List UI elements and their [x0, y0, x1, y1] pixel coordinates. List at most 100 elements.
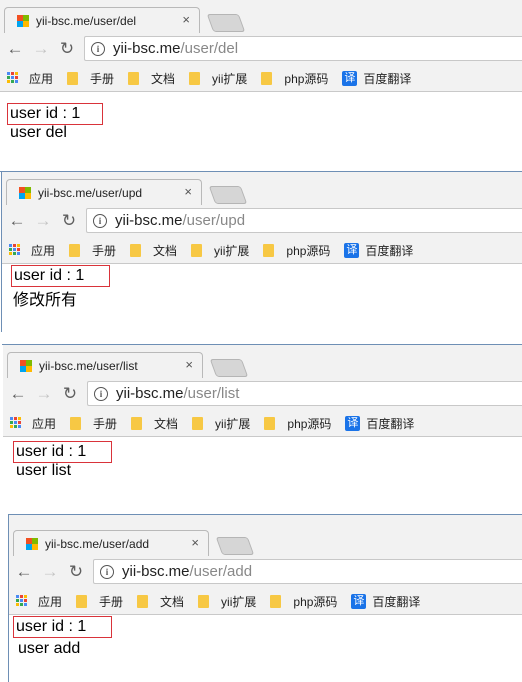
active-tab[interactable]: yii-bsc.me/user/add × [13, 530, 209, 556]
bookmark-label: 百度翻译 [372, 594, 421, 609]
reload-button[interactable]: ↻ [63, 562, 89, 582]
apps-grid-icon [16, 595, 28, 607]
bookmark-manual[interactable]: 手册 [67, 70, 114, 87]
bookmark-translate[interactable]: 译 百度翻译 [351, 593, 420, 610]
new-tab-button[interactable] [209, 359, 249, 377]
tab-close-icon[interactable]: × [184, 184, 192, 199]
reload-button[interactable]: ↻ [56, 211, 82, 231]
bookmark-manual[interactable]: 手册 [70, 415, 117, 432]
bookmark-yii-ext[interactable]: yii扩展 [198, 593, 256, 610]
url-host: yii-bsc.me [122, 563, 190, 580]
page-body-text: 修改所有 [13, 292, 78, 309]
site-favicon-icon [20, 359, 32, 372]
bookmark-apps[interactable]: 应用 [9, 242, 55, 259]
bookmark-php-source[interactable]: php源码 [263, 242, 330, 259]
bookmark-label: yii扩展 [214, 243, 250, 258]
bookmark-label: php源码 [287, 416, 332, 431]
info-icon[interactable]: i [100, 564, 114, 579]
address-bar[interactable]: i yii-bsc.me/user/add [93, 559, 522, 584]
address-bar[interactable]: i yii-bsc.me/user/del [84, 36, 522, 61]
url-path: /user/del [180, 40, 239, 57]
page-content: user id : 1 修改所有 [2, 263, 522, 316]
bookmark-manual[interactable]: 手册 [69, 242, 116, 259]
tab-title: yii-bsc.me/user/upd [38, 185, 143, 200]
active-tab[interactable]: yii-bsc.me/user/list × [7, 352, 203, 378]
bookmark-label: 应用 [38, 594, 63, 609]
forward-button[interactable]: → [37, 562, 63, 582]
new-tab-button[interactable] [208, 186, 248, 204]
translate-icon: 译 [342, 70, 358, 86]
bookmark-docs[interactable]: 文档 [128, 70, 175, 87]
user-id-text: user id : 1 [13, 616, 112, 638]
url-host: yii-bsc.me [113, 40, 181, 57]
bookmark-yii-ext[interactable]: yii扩展 [189, 70, 247, 87]
bookmark-apps[interactable]: 应用 [16, 593, 62, 610]
browser-window-add: yii-bsc.me/user/add × ← → ↻ i yii-bsc.me… [9, 515, 522, 682]
bookmark-yii-ext[interactable]: yii扩展 [192, 415, 250, 432]
back-button[interactable]: ← [5, 384, 31, 404]
forward-button[interactable]: → [30, 211, 56, 231]
forward-button[interactable]: → [31, 384, 57, 404]
info-icon[interactable]: i [91, 41, 105, 56]
reload-button[interactable]: ↻ [57, 384, 83, 404]
apps-grid-icon [9, 244, 21, 256]
window-border [0, 171, 522, 172]
site-favicon-icon [26, 537, 38, 550]
user-id-text: user id : 1 [11, 265, 110, 287]
user-id-text: user id : 1 [13, 441, 112, 463]
info-icon[interactable]: i [94, 386, 108, 401]
tab-title: yii-bsc.me/user/add [45, 536, 150, 551]
bookmark-manual[interactable]: 手册 [76, 593, 123, 610]
translate-icon: 译 [345, 415, 361, 431]
bookmark-php-source[interactable]: php源码 [261, 70, 328, 87]
page-content: user id : 1 user add [9, 614, 522, 666]
apps-grid-icon [7, 72, 19, 84]
browser-window-del: yii-bsc.me/user/del × ← → ↻ i yii-bsc.me… [0, 0, 522, 172]
back-button[interactable]: ← [11, 562, 37, 582]
bookmark-translate[interactable]: 译 百度翻译 [344, 242, 413, 259]
bookmark-apps[interactable]: 应用 [10, 415, 56, 432]
address-bar[interactable]: i yii-bsc.me/user/list [87, 381, 522, 406]
bookmark-label: yii扩展 [215, 416, 251, 431]
bookmark-label: 手册 [93, 416, 118, 431]
bookmark-label: 应用 [29, 71, 54, 86]
tab-strip: yii-bsc.me/user/upd × [2, 172, 522, 205]
toolbar: ← → ↻ i yii-bsc.me/user/add [9, 556, 522, 588]
active-tab[interactable]: yii-bsc.me/user/upd × [6, 179, 202, 205]
bookmark-translate[interactable]: 译 百度翻译 [342, 70, 411, 87]
url-path: /user/list [183, 385, 240, 402]
forward-button[interactable]: → [28, 39, 54, 59]
bookmark-php-source[interactable]: php源码 [264, 415, 331, 432]
back-button[interactable]: ← [4, 211, 30, 231]
tab-strip: yii-bsc.me/user/del × [0, 0, 522, 33]
bookmark-php-source[interactable]: php源码 [270, 593, 337, 610]
bookmark-docs[interactable]: 文档 [130, 242, 177, 259]
folder-icon [263, 243, 275, 257]
tab-close-icon[interactable]: × [185, 357, 193, 372]
tab-strip: yii-bsc.me/user/add × [9, 515, 522, 556]
bookmark-docs[interactable]: 文档 [137, 593, 184, 610]
bookmark-label: 文档 [151, 71, 176, 86]
bookmark-translate[interactable]: 译 百度翻译 [345, 415, 414, 432]
new-tab-button[interactable] [206, 14, 246, 32]
window-border [1, 172, 2, 332]
translate-icon: 译 [344, 242, 360, 258]
window-border [8, 515, 9, 682]
bookmarks-bar: 应用 手册 文档 yii扩展 php源码 译 百度翻译 [0, 65, 522, 91]
reload-button[interactable]: ↻ [54, 39, 80, 59]
tab-close-icon[interactable]: × [191, 535, 199, 550]
bookmark-label: yii扩展 [221, 594, 257, 609]
url-path: /user/upd [182, 212, 246, 229]
folder-icon [191, 243, 203, 257]
bookmark-docs[interactable]: 文档 [131, 415, 178, 432]
tab-close-icon[interactable]: × [182, 12, 190, 27]
page-content: user id : 1 user del [0, 91, 522, 156]
bookmark-yii-ext[interactable]: yii扩展 [191, 242, 249, 259]
info-icon[interactable]: i [93, 213, 107, 228]
address-bar[interactable]: i yii-bsc.me/user/upd [86, 208, 522, 233]
bookmark-label: 百度翻译 [365, 243, 414, 258]
new-tab-button[interactable] [215, 537, 255, 555]
back-button[interactable]: ← [2, 39, 28, 59]
active-tab[interactable]: yii-bsc.me/user/del × [4, 7, 200, 33]
bookmark-apps[interactable]: 应用 [7, 70, 53, 87]
